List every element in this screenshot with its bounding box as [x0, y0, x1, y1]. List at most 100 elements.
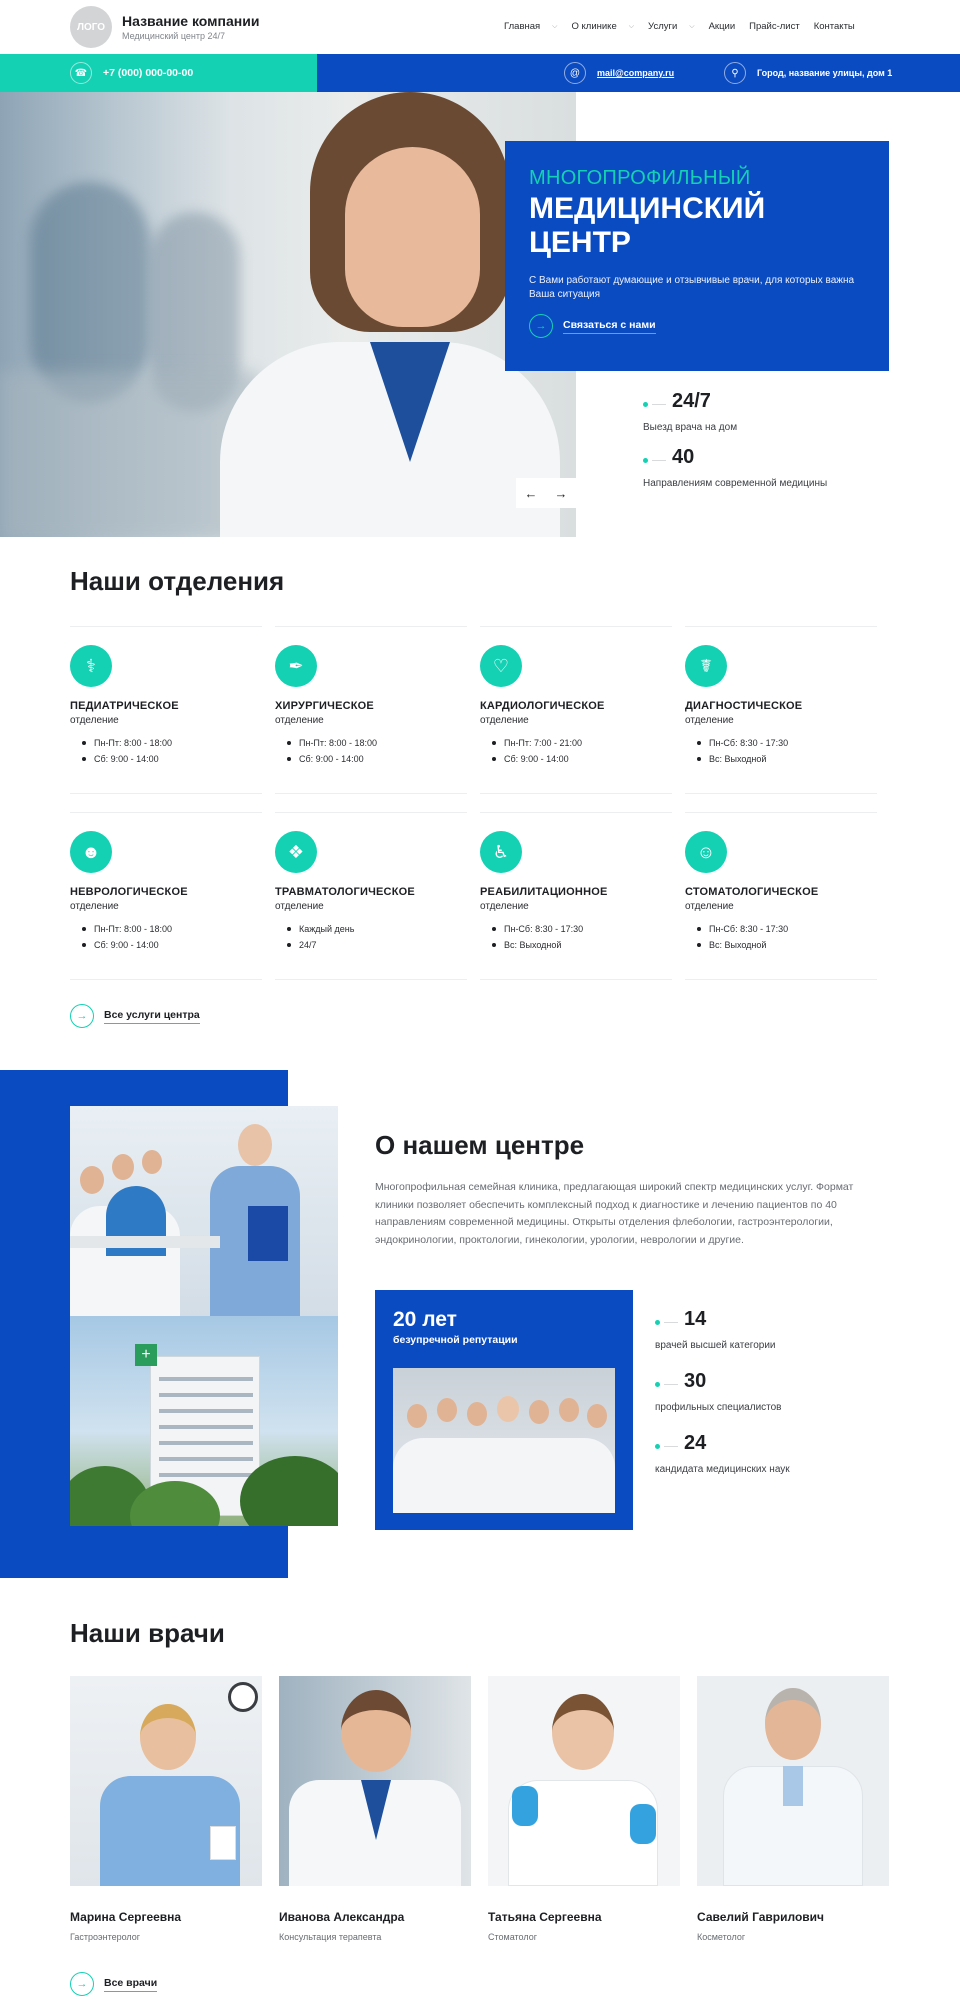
hero-banner: МНОГОПРОФИЛЬНЫЙ МЕДИЦИНСКИЙ ЦЕНТР С Вами…: [505, 141, 889, 371]
department-card[interactable]: ♡ КАРДИОЛОГИЧЕСКОЕ отделение Пн-Пт: 7:00…: [480, 626, 672, 794]
all-doctors-link[interactable]: → Все врачи: [70, 1972, 158, 1996]
stat-label: профильных специалистов: [655, 1402, 782, 1413]
hero-title-line2: ЦЕНТР: [529, 226, 631, 259]
divider: [664, 1446, 678, 1447]
arrow-right-icon: →: [70, 1972, 94, 1996]
heart-pulse-icon: ♡: [480, 645, 522, 687]
person: [437, 1398, 457, 1422]
person: [341, 1690, 411, 1772]
address-text: Город, название улицы, дом 1: [757, 68, 893, 78]
all-doctors-label: Все врачи: [104, 1977, 158, 1992]
hours-item: Вс: Выходной: [492, 937, 583, 953]
nav-label: О клинике: [571, 21, 617, 32]
hours-item: Вс: Выходной: [697, 937, 788, 953]
department-sub: отделение: [275, 901, 324, 912]
medical-symbol-icon: ☤: [685, 645, 727, 687]
doctors-group-photo: [393, 1368, 615, 1513]
department-name: ПЕДИАТРИЧЕСКОЕ: [70, 700, 179, 712]
company-name[interactable]: Название компании: [122, 13, 259, 29]
hours-item: Сб: 9:00 - 14:00: [492, 751, 582, 767]
divider: [664, 1384, 678, 1385]
all-services-label: Все услуги центра: [104, 1009, 200, 1024]
department-card[interactable]: ☺ СТОМАТОЛОГИЧЕСКОЕ отделение Пн-Сб: 8:3…: [685, 812, 877, 980]
nav-item-home[interactable]: Главная ⌵: [504, 21, 557, 32]
bullet-dot: [643, 458, 648, 463]
hours-list: Каждый день 24/7: [287, 921, 354, 953]
hours-list: Пн-Пт: 8:00 - 18:00 Сб: 9:00 - 14:00: [82, 921, 172, 953]
hours-item: Пн-Пт: 8:00 - 18:00: [287, 735, 377, 751]
phone-icon: ☎: [70, 62, 92, 84]
doctor-name: Татьяна Сергеевна: [488, 1910, 602, 1924]
group: [393, 1438, 615, 1513]
window-row: [159, 1457, 253, 1461]
arrow-right-icon: →: [529, 314, 553, 338]
hours-item: Пн-Сб: 8:30 - 17:30: [697, 921, 788, 937]
hours-item: Вс: Выходной: [697, 751, 788, 767]
department-card[interactable]: ⚕ ПЕДИАТРИЧЕСКОЕ отделение Пн-Пт: 8:00 -…: [70, 626, 262, 794]
doctor-photo: [279, 1676, 471, 1886]
stat-label: Направлениям современной медицины: [643, 478, 828, 489]
contact-us-button[interactable]: → Связаться с нами: [529, 314, 865, 338]
reputation-card: 20 лет безупречной репутации: [375, 1290, 633, 1530]
bullet-dot: [655, 1382, 660, 1387]
doctor-name: Савелий Гаврилович: [697, 1910, 825, 1924]
reputation-value: 20 лет: [393, 1308, 457, 1331]
nav-item-services[interactable]: Услуги ⌵: [648, 21, 695, 32]
chevron-down-icon: ⌵: [628, 22, 635, 30]
person: [112, 1154, 134, 1180]
hours-item: Пн-Пт: 8:00 - 18:00: [82, 921, 172, 937]
nav-item-contacts[interactable]: Контакты: [814, 21, 855, 32]
doctor-photo: [70, 1676, 262, 1886]
hours-item: Сб: 9:00 - 14:00: [287, 751, 377, 767]
doctor-icon: ☻: [70, 831, 112, 873]
department-name: ДИАГНОСТИЧЕСКОЕ: [685, 700, 803, 712]
department-card[interactable]: ♿ РЕАБИЛИТАЦИОННОЕ отделение Пн-Сб: 8:30…: [480, 812, 672, 980]
clinic-building-photo: +: [70, 1316, 338, 1526]
department-sub: отделение: [685, 715, 734, 726]
nav-label: Контакты: [813, 21, 855, 32]
nav-item-promotions[interactable]: Акции: [709, 21, 736, 32]
department-sub: отделение: [70, 715, 119, 726]
divider: [664, 1322, 678, 1323]
email-icon: @: [564, 62, 586, 84]
doctor-role: Косметолог: [697, 1932, 746, 1942]
email-link[interactable]: mail@company.ru: [597, 68, 674, 78]
logo[interactable]: ЛОГО: [70, 6, 112, 48]
department-card[interactable]: ☻ НЕВРОЛОГИЧЕСКОЕ отделение Пн-Пт: 8:00 …: [70, 812, 262, 980]
clock: [228, 1682, 258, 1712]
doctor-role: Консультация терапевта: [279, 1932, 382, 1942]
cup: [210, 1826, 236, 1860]
person: [529, 1400, 549, 1424]
department-card[interactable]: ❖ ТРАВМАТОЛОГИЧЕСКОЕ отделение Каждый де…: [275, 812, 467, 980]
phone-number[interactable]: +7 (000) 000-00-00: [103, 67, 193, 79]
department-card[interactable]: ✒ ХИРУРГИЧЕСКОЕ отделение Пн-Пт: 8:00 - …: [275, 626, 467, 794]
nav-label: Прайс-лист: [749, 21, 800, 32]
info-panel: @ mail@company.ru ⚲ Город, название улиц…: [317, 54, 960, 92]
nav-item-price-list[interactable]: Прайс-лист: [749, 21, 800, 32]
hours-list: Пн-Пт: 8:00 - 18:00 Сб: 9:00 - 14:00: [287, 735, 377, 767]
department-name: РЕАБИЛИТАЦИОННОЕ: [480, 886, 608, 898]
all-services-link[interactable]: → Все услуги центра: [70, 1004, 200, 1028]
tooth-icon: ☺: [685, 831, 727, 873]
arrow-right-icon[interactable]: →: [546, 478, 576, 508]
stat-value: 24/7: [672, 390, 711, 412]
chevron-down-icon: ⌵: [689, 22, 695, 30]
hours-item: Пн-Сб: 8:30 - 17:30: [697, 735, 788, 751]
wheelchair-icon: ♿: [480, 831, 522, 873]
department-card[interactable]: ☤ ДИАГНОСТИЧЕСКОЕ отделение Пн-Сб: 8:30 …: [685, 626, 877, 794]
chevron-down-icon: ⌵: [552, 22, 558, 30]
stat-value: 40: [672, 446, 695, 468]
doctor-name: Иванова Александра: [279, 1910, 405, 1924]
contact-bar: ☎ +7 (000) 000-00-00 @ mail@company.ru ⚲…: [0, 54, 960, 92]
hero-doctor-photo: [0, 92, 576, 537]
stat-value: 30: [684, 1370, 707, 1392]
stat-label: кандидата медицинских наук: [655, 1464, 790, 1475]
department-sub: отделение: [480, 901, 529, 912]
hero-slider-controls: ← →: [516, 478, 576, 508]
arrow-left-icon[interactable]: ←: [516, 478, 546, 508]
hours-list: Пн-Пт: 8:00 - 18:00 Сб: 9:00 - 14:00: [82, 735, 172, 767]
nav-item-about[interactable]: О клинике ⌵: [571, 21, 634, 32]
bone-icon: ❖: [275, 831, 317, 873]
about-text: Многопрофильная семейная клиника, предла…: [375, 1181, 854, 1246]
bullet-dot: [643, 402, 648, 407]
